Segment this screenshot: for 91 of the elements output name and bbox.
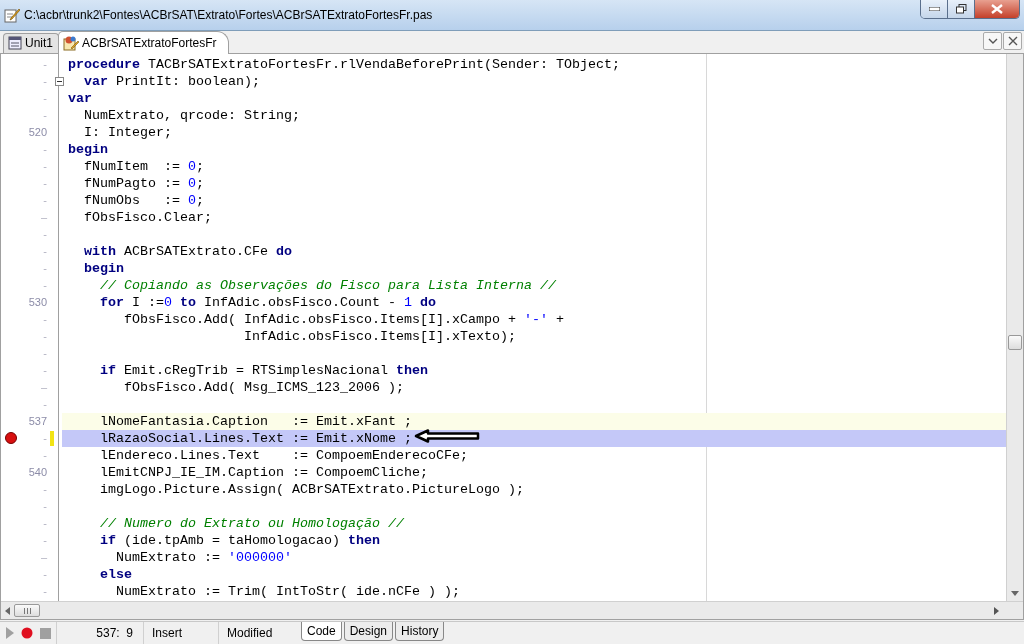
code-line: // Copiando as Observações do Fisco para Lista Interna //	[99, 277, 556, 293]
line-number: -	[42, 262, 47, 275]
code-line: // Numero do Extrato ou Homologação //	[99, 515, 404, 531]
editor-tab[interactable]: ACBrSATExtratoFortesFr	[58, 30, 230, 54]
scrollbar-thumb[interactable]	[1008, 334, 1022, 350]
line-number: -	[42, 245, 47, 258]
scroll-left-icon[interactable]	[5, 606, 10, 615]
line-number: -	[42, 585, 47, 598]
line-number: -	[42, 347, 47, 360]
line-number: -	[42, 75, 47, 88]
close-icon	[1007, 35, 1018, 46]
unit-file-icon	[8, 36, 22, 51]
tab-list-button[interactable]	[983, 31, 1002, 50]
code-line: NumExtrato := '000000'	[115, 549, 292, 565]
close-button[interactable]	[975, 0, 1019, 18]
fold-icon[interactable]	[55, 76, 64, 86]
code-line: for I :=0 to InfAdic.obsFisco.Count - 1 do	[99, 294, 436, 310]
line-number: –	[39, 551, 47, 564]
editor-tab[interactable]: Unit1	[3, 32, 59, 53]
code-line: fObsFisco.Clear;	[83, 209, 212, 225]
code-line: var PrintIt: boolean);	[83, 73, 260, 89]
code-line: if (ide.tpAmb = taHomologacao) then	[99, 532, 380, 548]
line-number: -	[42, 517, 47, 530]
line-number: 540	[27, 466, 47, 479]
line-number: -	[42, 228, 47, 241]
line-number: 520	[27, 126, 47, 139]
line-number: -	[42, 500, 47, 513]
restore-button[interactable]	[948, 0, 975, 18]
code-line: else	[99, 566, 132, 582]
line-number: -	[42, 143, 47, 156]
chevron-down-icon	[987, 36, 998, 45]
line-number: 530	[27, 296, 47, 309]
line-number: -	[42, 92, 47, 105]
code-line: if Emit.cRegTrib = RTSimplesNacional then	[99, 362, 428, 378]
close-icon	[991, 4, 1003, 14]
close-tab-button[interactable]	[1003, 31, 1022, 50]
scrollbar-thumb[interactable]	[14, 604, 40, 618]
code-line: fNumPagto := 0;	[83, 175, 204, 191]
code-line: begin	[68, 141, 108, 157]
form-file-icon	[63, 34, 79, 51]
code-line: NumExtrato, qrcode: String;	[83, 107, 300, 123]
line-number: -	[42, 432, 47, 445]
view-tab[interactable]: Design	[343, 622, 394, 642]
view-tab[interactable]: History	[395, 622, 445, 642]
line-number: -	[42, 313, 47, 326]
line-number: -	[42, 177, 47, 190]
code-line: begin	[83, 260, 124, 276]
minimize-icon	[928, 7, 940, 11]
code-line: imgLogo.Picture.Assign( ACBrSATExtrato.PictureLogo );	[99, 481, 524, 497]
code-line: fNumObs := 0;	[83, 192, 204, 208]
code-line: var	[68, 90, 92, 106]
code-line: fNumItem := 0;	[83, 158, 204, 174]
line-number: –	[39, 381, 47, 394]
line-number: –	[39, 211, 47, 224]
code-line: lEmitCNPJ_IE_IM.Caption := CompoemCliche;	[99, 464, 428, 480]
code-line: InfAdic.obsFisco.Items[I].xTexto);	[242, 328, 516, 344]
line-number: 537	[27, 415, 47, 428]
code-line: fObsFisco.Add( Msg_ICMS_123_2006 );	[123, 379, 404, 395]
restore-icon	[955, 4, 967, 14]
code-line: fObsFisco.Add( InfAdic.obsFisco.Items[I].xCampo + '-' +	[123, 311, 564, 327]
modified-status: Modified	[227, 626, 273, 640]
code-line: procedure TACBrSATExtratoFortesFr.rlVendaBeforePrint(Sender: TObject;	[68, 56, 620, 72]
insert-mode: Insert	[152, 626, 182, 640]
record-icon[interactable]	[21, 627, 33, 639]
line-number: -	[42, 109, 47, 122]
window-title: C:\acbr\trunk2\Fontes\ACBrSAT\Extrato\Fortes\ACBrSATExtratoFortesFr.pas	[24, 7, 434, 22]
cursor-position: 537: 9	[96, 626, 133, 640]
breakpoint-icon[interactable]	[5, 432, 17, 445]
line-number: -	[42, 534, 47, 547]
edit-file-icon	[4, 6, 20, 23]
line-number: -	[42, 160, 47, 173]
line-number: -	[42, 194, 47, 207]
code-line: NumExtrato := Trim( IntToStr( ide.nCFe ) );	[115, 583, 460, 599]
code-line: with ACBrSATExtrato.CFe do	[83, 243, 292, 259]
line-number: -	[42, 364, 47, 377]
line-number: -	[42, 330, 47, 343]
line-number: -	[42, 568, 47, 581]
line-number: -	[42, 449, 47, 462]
code-line: lEndereco.Lines.Text := CompoemEnderecoCFe;	[99, 447, 468, 463]
scroll-down-icon[interactable]	[1011, 591, 1019, 597]
code-line: lNomeFantasia.Caption := Emit.xFant ;	[99, 413, 412, 429]
line-number: -	[42, 58, 47, 71]
scroll-right-icon[interactable]	[994, 606, 999, 615]
line-number: -	[42, 483, 47, 496]
code-line: I: Integer;	[83, 124, 172, 140]
code-line: lRazaoSocial.Lines.Text := Emit.xNome ;	[99, 430, 412, 446]
view-tab[interactable]: Code	[301, 622, 342, 642]
line-number: -	[42, 398, 47, 411]
line-number: -	[42, 279, 47, 292]
minimize-button[interactable]	[921, 0, 948, 18]
arrow-drawing	[414, 428, 480, 443]
